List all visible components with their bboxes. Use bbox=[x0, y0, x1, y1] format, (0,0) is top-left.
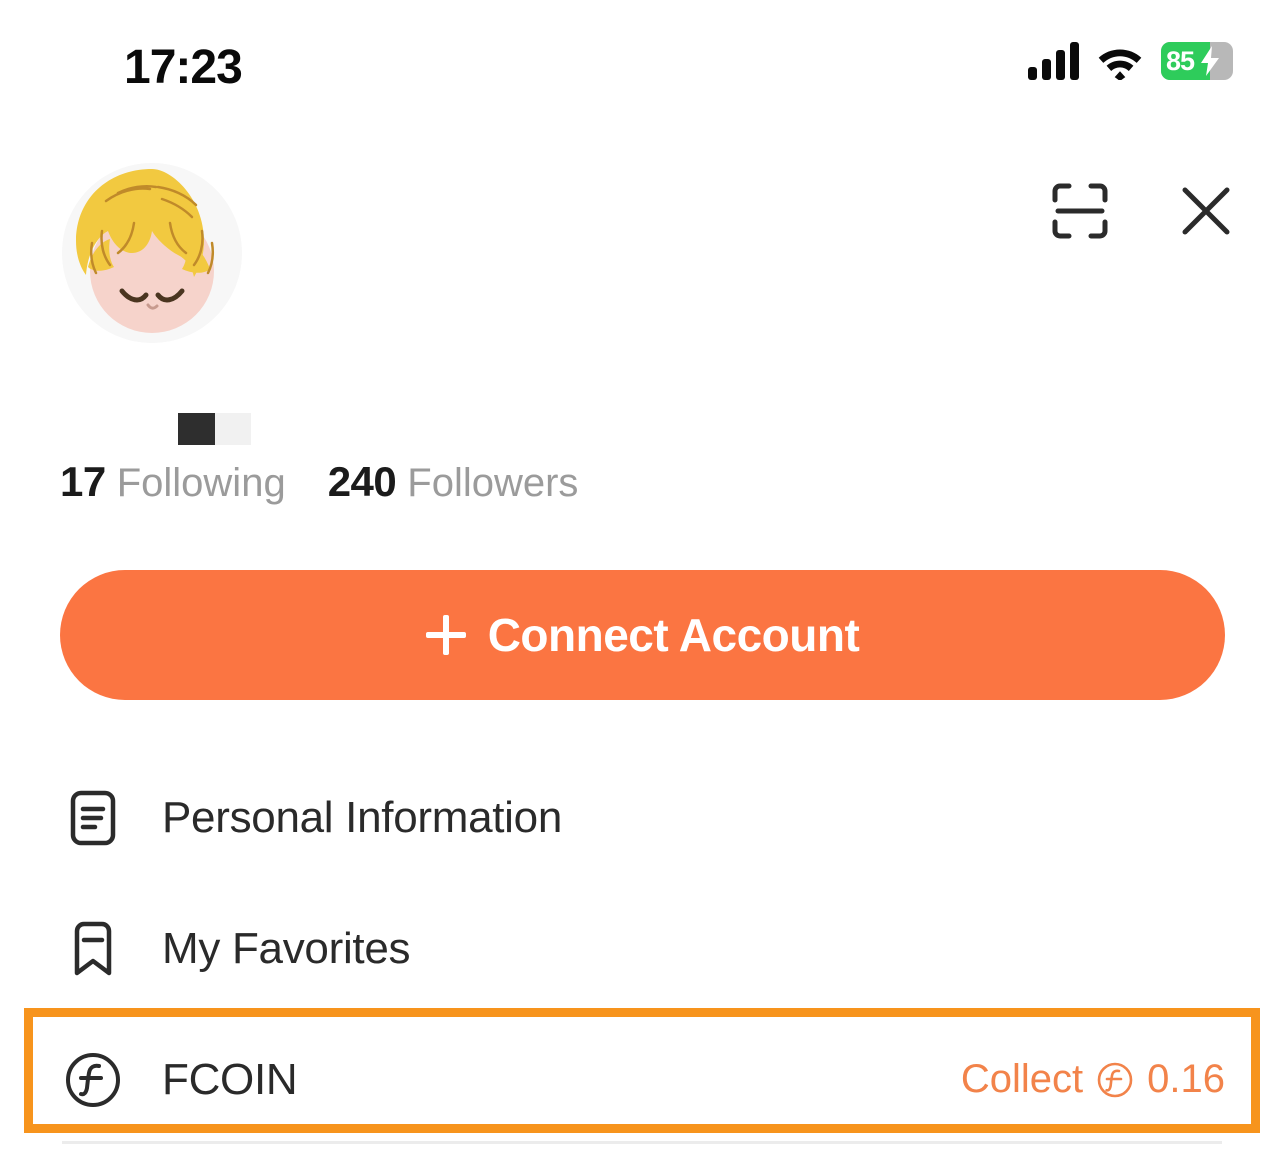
connect-account-label: Connect Account bbox=[487, 609, 860, 661]
username-redacted bbox=[178, 413, 251, 445]
cellular-signal-icon bbox=[1028, 42, 1079, 80]
bookmark-minus-icon bbox=[60, 916, 126, 982]
scan-qr-button[interactable] bbox=[1049, 180, 1111, 242]
status-bar: 17:23 85 bbox=[0, 0, 1285, 120]
status-indicators: 85 bbox=[1028, 42, 1233, 80]
following-label: Following bbox=[116, 461, 286, 505]
battery-charging-bolt-icon bbox=[1201, 46, 1219, 76]
connect-account-button[interactable]: Connect Account bbox=[60, 570, 1225, 700]
menu-item-fcoin[interactable]: FCOIN Collect 0.16 bbox=[0, 1014, 1285, 1145]
profile-stats: 17 Following 240 Followers bbox=[60, 458, 578, 506]
menu-item-label: FCOIN bbox=[162, 1054, 298, 1104]
status-time: 17:23 bbox=[124, 41, 243, 94]
redaction-block-light bbox=[215, 413, 251, 445]
followers-count: 240 bbox=[327, 458, 397, 505]
collect-label: Collect bbox=[960, 1057, 1084, 1101]
close-icon bbox=[1182, 187, 1230, 235]
following-count: 17 bbox=[60, 458, 106, 505]
scan-qr-icon bbox=[1052, 183, 1108, 239]
menu-item-my-favorites[interactable]: My Favorites bbox=[0, 883, 1285, 1014]
close-button[interactable] bbox=[1175, 180, 1237, 242]
menu-item-personal-information[interactable]: Personal Information bbox=[0, 752, 1285, 883]
header-actions bbox=[1049, 180, 1237, 242]
menu-item-label: Personal Information bbox=[162, 792, 562, 842]
menu-list: Personal Information My Favorites FCOIN bbox=[0, 752, 1285, 1145]
menu-item-label: My Favorites bbox=[162, 923, 411, 973]
battery-percent-label: 85 bbox=[1166, 45, 1195, 76]
fcoin-small-icon bbox=[1097, 1062, 1133, 1097]
document-lines-icon bbox=[60, 785, 126, 851]
plus-icon bbox=[425, 615, 466, 655]
fcoin-amount: 0.16 bbox=[1147, 1057, 1225, 1101]
followers-label: Followers bbox=[407, 461, 579, 505]
wifi-icon bbox=[1098, 49, 1142, 80]
fcoin-circle-icon bbox=[60, 1047, 126, 1113]
redaction-block-dark bbox=[178, 413, 215, 445]
battery-icon: 85 bbox=[1161, 42, 1233, 80]
app-screen: 17:23 85 17 Following 240 Followers Conn… bbox=[0, 0, 1285, 1149]
avatar[interactable] bbox=[62, 163, 242, 343]
stat-followers[interactable]: 240 Followers bbox=[328, 458, 579, 506]
list-divider bbox=[62, 1141, 1222, 1144]
fcoin-collect-action[interactable]: Collect 0.16 bbox=[961, 1057, 1225, 1102]
stat-following[interactable]: 17 Following bbox=[60, 458, 286, 506]
